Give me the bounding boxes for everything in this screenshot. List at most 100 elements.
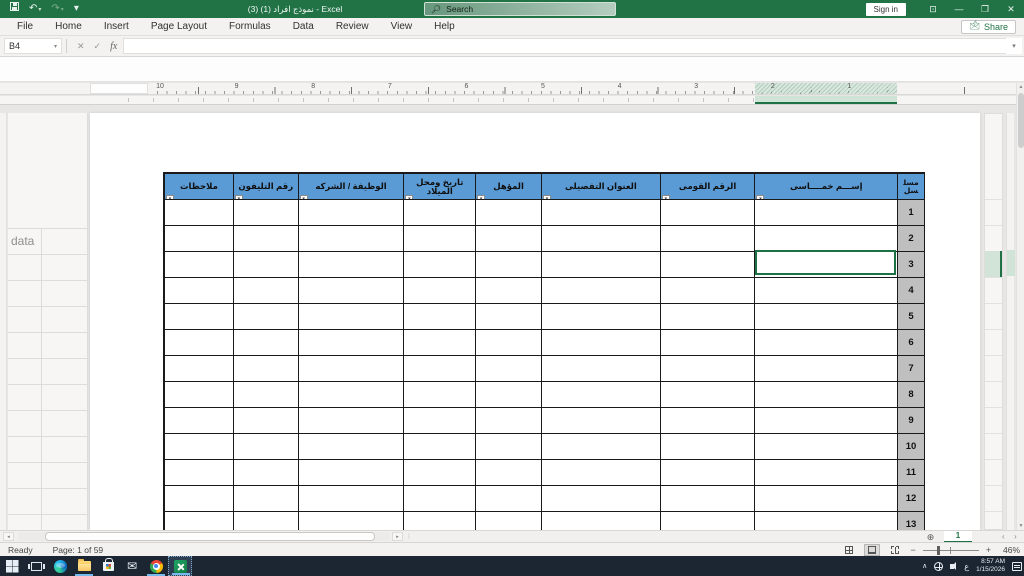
- data-cell[interactable]: [755, 460, 898, 486]
- taskbar-excel-icon[interactable]: [168, 556, 192, 576]
- data-cell[interactable]: [476, 460, 542, 486]
- data-cell[interactable]: [755, 512, 898, 530]
- selected-row-header[interactable]: [985, 251, 1002, 277]
- data-cell[interactable]: [661, 330, 756, 356]
- data-cell[interactable]: [404, 486, 476, 512]
- data-cell[interactable]: [299, 382, 405, 408]
- zoom-level[interactable]: 46%: [998, 545, 1020, 555]
- search-box[interactable]: 🔍︎ Search: [424, 2, 616, 16]
- horizontal-scroll-thumb[interactable]: [45, 532, 375, 541]
- data-cell[interactable]: [299, 486, 405, 512]
- tray-expand-icon[interactable]: ∧: [922, 562, 927, 570]
- network-icon[interactable]: [934, 562, 943, 571]
- data-cell[interactable]: [165, 226, 234, 252]
- data-cell[interactable]: [165, 252, 234, 278]
- data-cell[interactable]: [755, 408, 898, 434]
- zoom-slider[interactable]: [923, 545, 979, 555]
- vertical-scroll-thumb[interactable]: [1018, 93, 1024, 148]
- data-cell[interactable]: [476, 304, 542, 330]
- serial-cell[interactable]: 3: [898, 252, 925, 278]
- data-cell[interactable]: [234, 278, 299, 304]
- data-cell[interactable]: [542, 486, 661, 512]
- action-center-icon[interactable]: [1012, 562, 1022, 571]
- data-cell[interactable]: [234, 252, 299, 278]
- data-cell[interactable]: [404, 200, 476, 226]
- scroll-down-icon[interactable]: ▼: [1017, 523, 1024, 529]
- insert-function-icon[interactable]: fx: [110, 41, 117, 52]
- scroll-right-icon[interactable]: ▸: [392, 532, 403, 541]
- data-cell[interactable]: [755, 434, 898, 460]
- data-cell[interactable]: [234, 226, 299, 252]
- tab-review[interactable]: Review: [325, 18, 380, 36]
- taskbar-edge-icon[interactable]: [48, 556, 72, 576]
- minimize-icon[interactable]: —: [946, 0, 972, 18]
- scroll-up-icon[interactable]: ▲: [1017, 84, 1024, 90]
- normal-view-icon[interactable]: [841, 544, 857, 556]
- name-box[interactable]: B4 ▾: [4, 38, 62, 54]
- data-cell[interactable]: [542, 356, 661, 382]
- data-cell[interactable]: [476, 252, 542, 278]
- data-cell[interactable]: [299, 512, 405, 530]
- clock[interactable]: 8:57 AM 1/15/2026: [976, 558, 1005, 575]
- data-cell[interactable]: [542, 226, 661, 252]
- close-icon[interactable]: ✕: [998, 0, 1024, 18]
- zoom-in-icon[interactable]: +: [986, 545, 991, 555]
- data-cell[interactable]: [234, 434, 299, 460]
- serial-cell[interactable]: 1: [898, 200, 925, 226]
- tab-formulas[interactable]: Formulas: [218, 18, 282, 36]
- data-cell[interactable]: [755, 486, 898, 512]
- tab-data[interactable]: Data: [282, 18, 325, 36]
- redo-icon[interactable]: ↷▾: [51, 0, 63, 19]
- volume-icon[interactable]: [950, 564, 954, 569]
- serial-cell[interactable]: 6: [898, 330, 925, 356]
- data-cell[interactable]: [661, 252, 756, 278]
- data-cell[interactable]: [661, 278, 756, 304]
- data-cell[interactable]: [661, 512, 756, 530]
- sign-in-button[interactable]: Sign in: [866, 3, 906, 16]
- row-headers[interactable]: [984, 113, 1003, 530]
- column-headers[interactable]: [0, 96, 1016, 105]
- data-cell[interactable]: [755, 200, 898, 226]
- data-cell[interactable]: [234, 382, 299, 408]
- column-header[interactable]: ملاحظات▾: [165, 174, 234, 200]
- data-cell[interactable]: [542, 330, 661, 356]
- data-cell[interactable]: [404, 278, 476, 304]
- data-cell[interactable]: [165, 330, 234, 356]
- data-cell[interactable]: [404, 382, 476, 408]
- data-cell[interactable]: [404, 434, 476, 460]
- name-box-dropdown-icon[interactable]: ▾: [54, 43, 57, 50]
- data-cell[interactable]: [404, 226, 476, 252]
- data-cell[interactable]: [404, 408, 476, 434]
- data-cell[interactable]: [542, 304, 661, 330]
- undo-icon[interactable]: ↶▾: [29, 0, 41, 19]
- serial-cell[interactable]: 9: [898, 408, 925, 434]
- column-header[interactable]: العنوان التفصيلى▾: [542, 174, 661, 200]
- cancel-icon[interactable]: ✕: [77, 41, 85, 52]
- data-cell[interactable]: [234, 330, 299, 356]
- data-cell[interactable]: [661, 408, 756, 434]
- restore-icon[interactable]: ❐: [972, 0, 998, 18]
- data-cell[interactable]: [542, 278, 661, 304]
- data-cell[interactable]: [755, 382, 898, 408]
- data-cell[interactable]: [299, 252, 405, 278]
- data-cell[interactable]: [661, 382, 756, 408]
- page-layout-view-icon[interactable]: [864, 544, 880, 556]
- data-cell[interactable]: [755, 304, 898, 330]
- serial-cell[interactable]: 12: [898, 486, 925, 512]
- data-cell[interactable]: [476, 278, 542, 304]
- data-cell[interactable]: [542, 434, 661, 460]
- data-cell[interactable]: [234, 512, 299, 530]
- data-cell[interactable]: [476, 486, 542, 512]
- data-cell[interactable]: [299, 330, 405, 356]
- tab-home[interactable]: Home: [44, 18, 93, 36]
- selected-column-header[interactable]: [755, 96, 897, 104]
- formula-input[interactable]: [123, 38, 1006, 54]
- tab-view[interactable]: View: [380, 18, 424, 36]
- horizontal-scrollbar[interactable]: [18, 532, 390, 541]
- data-cell[interactable]: [165, 278, 234, 304]
- data-cell[interactable]: [165, 460, 234, 486]
- data-cell[interactable]: [404, 512, 476, 530]
- zoom-slider-thumb[interactable]: [937, 546, 940, 555]
- data-cell[interactable]: [661, 460, 756, 486]
- taskbar-start-icon[interactable]: [0, 556, 24, 576]
